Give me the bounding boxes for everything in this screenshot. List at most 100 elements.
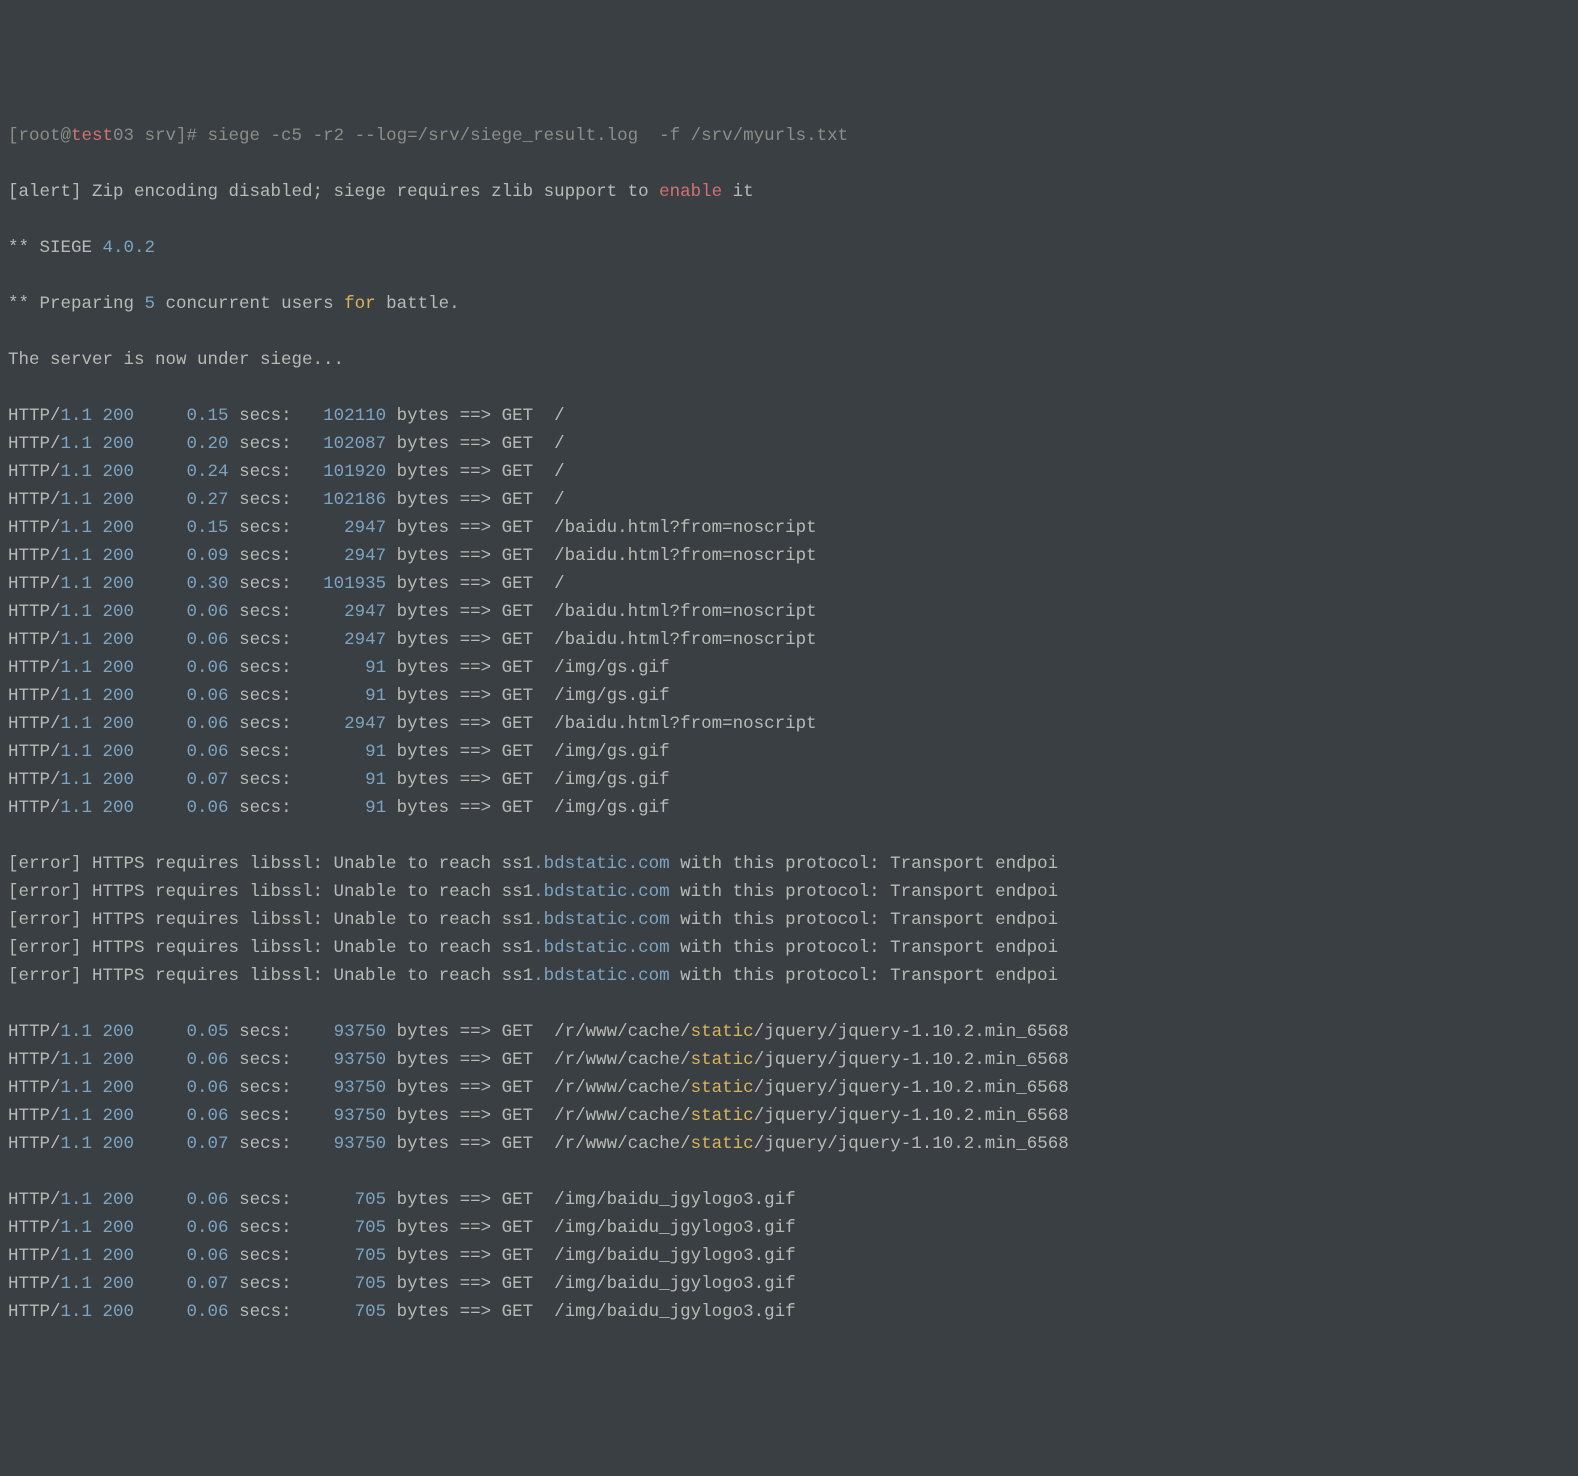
http-proto-status: 1.1 200 <box>61 518 135 538</box>
bytes-get-label: bytes ==> GET <box>397 1246 555 1266</box>
response-bytes: 705 <box>292 1302 397 1322</box>
http-proto-status: 1.1 200 <box>61 1022 135 1042</box>
secs-label: secs: <box>239 1274 292 1294</box>
http-label: HTTP/ <box>8 434 61 454</box>
http-proto-status: 1.1 200 <box>61 602 135 622</box>
error-pre: [error] HTTPS requires libssl: Unable to… <box>8 910 533 930</box>
secs-label: secs: <box>239 1190 292 1210</box>
http-rows-block-2: HTTP/1.1 200 0.05 secs: 93750 bytes ==> … <box>8 1018 1570 1158</box>
secs-label: secs: <box>239 1246 292 1266</box>
bytes-get-label: bytes ==> GET <box>397 1218 555 1238</box>
http-label: HTTP/ <box>8 602 61 622</box>
http-response-row: HTTP/1.1 200 0.06 secs: 705 bytes ==> GE… <box>8 1186 1570 1214</box>
response-bytes: 91 <box>292 686 397 706</box>
bytes-get-label: bytes ==> GET <box>397 1106 555 1126</box>
http-label: HTTP/ <box>8 1190 61 1210</box>
http-label: HTTP/ <box>8 714 61 734</box>
http-proto-status: 1.1 200 <box>61 434 135 454</box>
request-path: /img/gs.gif <box>554 658 670 678</box>
response-bytes: 705 <box>292 1190 397 1210</box>
response-time: 0.06 <box>134 798 239 818</box>
prep-mid: concurrent users <box>155 294 344 314</box>
request-path: /img/gs.gif <box>554 742 670 762</box>
secs-label: secs: <box>239 742 292 762</box>
bytes-get-label: bytes ==> GET <box>397 1134 555 1154</box>
request-path-keyword: static <box>691 1106 754 1126</box>
http-proto-status: 1.1 200 <box>61 1274 135 1294</box>
request-path: /img/gs.gif <box>554 798 670 818</box>
http-proto-status: 1.1 200 <box>61 798 135 818</box>
secs-label: secs: <box>239 630 292 650</box>
error-pre: [error] HTTPS requires libssl: Unable to… <box>8 882 533 902</box>
http-proto-status: 1.1 200 <box>61 406 135 426</box>
response-time: 0.06 <box>134 1078 239 1098</box>
http-label: HTTP/ <box>8 1218 61 1238</box>
request-path: /baidu.html?from=noscript <box>554 602 817 622</box>
response-bytes: 2947 <box>292 714 397 734</box>
request-path-prefix: /r/www/cache/ <box>554 1106 691 1126</box>
http-response-row: HTTP/1.1 200 0.07 secs: 705 bytes ==> GE… <box>8 1270 1570 1298</box>
request-path-prefix: /r/www/cache/ <box>554 1078 691 1098</box>
response-time: 0.06 <box>134 714 239 734</box>
response-bytes: 102110 <box>292 406 397 426</box>
http-label: HTTP/ <box>8 1246 61 1266</box>
http-response-row: HTTP/1.1 200 0.06 secs: 705 bytes ==> GE… <box>8 1242 1570 1270</box>
bytes-get-label: bytes ==> GET <box>397 518 555 538</box>
response-time: 0.15 <box>134 406 239 426</box>
error-line: [error] HTTPS requires libssl: Unable to… <box>8 906 1570 934</box>
http-response-row: HTTP/1.1 200 0.05 secs: 93750 bytes ==> … <box>8 1018 1570 1046</box>
bytes-get-label: bytes ==> GET <box>397 686 555 706</box>
response-time: 0.07 <box>134 1134 239 1154</box>
http-response-row: HTTP/1.1 200 0.06 secs: 93750 bytes ==> … <box>8 1074 1570 1102</box>
prompt-line: [root@test03 srv]# siege -c5 -r2 --log=/… <box>8 122 1570 150</box>
http-label: HTTP/ <box>8 1302 61 1322</box>
response-bytes: 2947 <box>292 602 397 622</box>
response-bytes: 93750 <box>292 1022 397 1042</box>
http-label: HTTP/ <box>8 490 61 510</box>
response-time: 0.06 <box>134 1302 239 1322</box>
request-path-suffix: /jquery/jquery-1.10.2.min_6568 <box>754 1106 1069 1126</box>
request-path-suffix: /jquery/jquery-1.10.2.min_6568 <box>754 1022 1069 1042</box>
request-path: /baidu.html?from=noscript <box>554 546 817 566</box>
bytes-get-label: bytes ==> GET <box>397 1078 555 1098</box>
response-bytes: 91 <box>292 658 397 678</box>
response-bytes: 705 <box>292 1274 397 1294</box>
response-time: 0.30 <box>134 574 239 594</box>
request-path-prefix: /r/www/cache/ <box>554 1050 691 1070</box>
request-path: /img/baidu_jgylogo3.gif <box>554 1218 796 1238</box>
alert-post: it <box>722 182 754 202</box>
error-post: with this protocol: Transport endpoi <box>670 938 1059 958</box>
response-time: 0.24 <box>134 462 239 482</box>
secs-label: secs: <box>239 1050 292 1070</box>
http-proto-status: 1.1 200 <box>61 1246 135 1266</box>
response-bytes: 93750 <box>292 1050 397 1070</box>
secs-label: secs: <box>239 686 292 706</box>
http-proto-status: 1.1 200 <box>61 742 135 762</box>
http-response-row: HTTP/1.1 200 0.15 secs: 2947 bytes ==> G… <box>8 514 1570 542</box>
http-response-row: HTTP/1.1 200 0.06 secs: 705 bytes ==> GE… <box>8 1214 1570 1242</box>
error-pre: [error] HTTPS requires libssl: Unable to… <box>8 938 533 958</box>
prompt-user: [root@ <box>8 126 71 146</box>
response-bytes: 705 <box>292 1246 397 1266</box>
bytes-get-label: bytes ==> GET <box>397 462 555 482</box>
prep-post: battle. <box>376 294 460 314</box>
http-response-row: HTTP/1.1 200 0.24 secs: 101920 bytes ==>… <box>8 458 1570 486</box>
response-time: 0.20 <box>134 434 239 454</box>
http-proto-status: 1.1 200 <box>61 1050 135 1070</box>
response-bytes: 91 <box>292 798 397 818</box>
http-response-row: HTTP/1.1 200 0.06 secs: 91 bytes ==> GET… <box>8 682 1570 710</box>
request-path: / <box>554 406 565 426</box>
response-time: 0.06 <box>134 630 239 650</box>
secs-label: secs: <box>239 602 292 622</box>
error-domain: .bdstatic.com <box>533 910 670 930</box>
secs-label: secs: <box>239 1302 292 1322</box>
http-label: HTTP/ <box>8 518 61 538</box>
error-domain: .bdstatic.com <box>533 938 670 958</box>
prompt-host-rest: 03 srv]# <box>113 126 208 146</box>
secs-label: secs: <box>239 798 292 818</box>
error-domain: .bdstatic.com <box>533 966 670 986</box>
response-time: 0.06 <box>134 1218 239 1238</box>
secs-label: secs: <box>239 434 292 454</box>
bytes-get-label: bytes ==> GET <box>397 1190 555 1210</box>
siege-version-line: ** SIEGE 4.0.2 <box>8 234 1570 262</box>
